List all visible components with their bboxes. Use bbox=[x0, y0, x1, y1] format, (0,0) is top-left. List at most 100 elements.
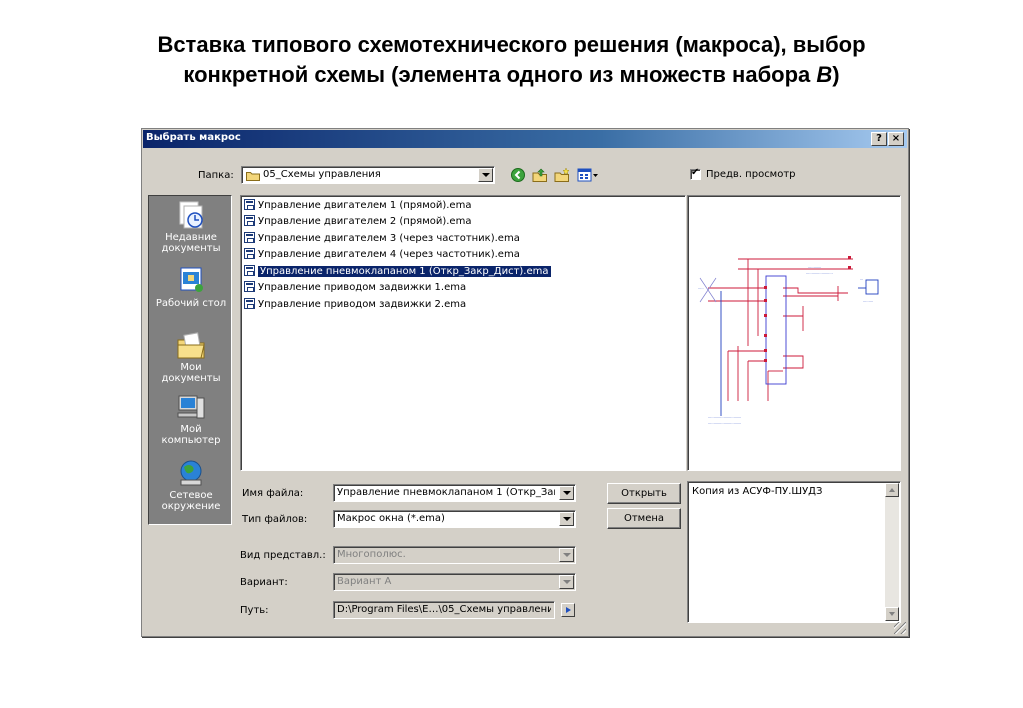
macro-file-icon bbox=[244, 298, 255, 309]
filename-value: Управление пневмоклапаном 1 (Откр_Закр bbox=[337, 487, 555, 498]
network-icon bbox=[180, 460, 202, 486]
title-line2-suffix: ) bbox=[832, 62, 840, 87]
my-documents-icon bbox=[177, 332, 205, 359]
preview-pane: ............ ........................ ..… bbox=[687, 195, 901, 471]
place-desktop[interactable]: Рабочий стол bbox=[149, 266, 233, 309]
file-name: Управление приводом задвижки 1.ema bbox=[258, 282, 467, 293]
open-button[interactable]: Открыть bbox=[607, 483, 681, 504]
svg-text:........................: ........................ bbox=[806, 271, 833, 275]
filename-label: Имя файла: bbox=[242, 488, 304, 499]
svg-text:.....: ..... bbox=[698, 286, 704, 290]
place-label: Сетевое bbox=[169, 490, 213, 501]
place-label-2: документы bbox=[161, 243, 221, 254]
scroll-down-icon[interactable] bbox=[885, 607, 899, 621]
title-line2-text: конкретной схемы (элемента одного из мно… bbox=[183, 62, 817, 87]
schematic-preview-image: ............ ........................ ..… bbox=[698, 256, 879, 425]
up-folder-icon[interactable] bbox=[532, 167, 548, 183]
macro-file-icon bbox=[244, 281, 255, 292]
list-item[interactable]: Управление двигателем 3 (через частотник… bbox=[244, 232, 520, 247]
file-name: Управление пневмоклапаном 1 (Откр_Закр_Д… bbox=[258, 266, 551, 277]
recent-documents-icon bbox=[179, 201, 203, 229]
select-macro-dialog: Выбрать макрос ? × Папка: 05_Схемы управ… bbox=[141, 128, 909, 637]
filename-input[interactable]: Управление пневмоклапаном 1 (Откр_Закр bbox=[333, 484, 576, 502]
resize-grip-icon[interactable] bbox=[894, 622, 906, 634]
place-label-2: компьютер bbox=[161, 435, 221, 446]
dialog-titlebar[interactable]: Выбрать макрос ? × bbox=[143, 130, 907, 148]
place-network[interactable]: Сетевое окружение bbox=[149, 458, 233, 512]
file-name: Управление двигателем 4 (через частотник… bbox=[258, 249, 520, 260]
preview-checkbox-label: Предв. просмотр bbox=[706, 169, 796, 180]
list-item-selected[interactable]: Управление пневмоклапаном 1 (Откр_Закр_Д… bbox=[244, 265, 551, 280]
path-label: Путь: bbox=[240, 605, 269, 616]
file-name: Управление двигателем 1 (прямой).ema bbox=[258, 200, 472, 211]
path-field[interactable]: D:\Program Files\E…\05_Схемы управления bbox=[333, 601, 555, 619]
title-set-letter: B bbox=[816, 62, 833, 87]
macro-file-icon bbox=[244, 199, 255, 210]
help-button[interactable]: ? bbox=[871, 132, 887, 146]
filetype-select[interactable]: Макрос окна (*.ema) bbox=[333, 510, 576, 528]
list-item[interactable]: Управление двигателем 2 (прямой).ema bbox=[244, 215, 471, 230]
path-value: D:\Program Files\E…\05_Схемы управления bbox=[337, 604, 551, 615]
place-my-computer[interactable]: Мой компьютер bbox=[149, 392, 233, 446]
folder-icon bbox=[246, 172, 260, 181]
place-label: Мой bbox=[180, 424, 202, 435]
filetype-value: Макрос окна (*.ema) bbox=[337, 513, 445, 524]
dialog-title: Выбрать макрос bbox=[146, 132, 241, 143]
variant-dropdown-button[interactable] bbox=[559, 575, 574, 589]
place-recent-documents[interactable]: Недавние документы bbox=[149, 200, 233, 254]
file-name: Управление двигателем 2 (прямой).ema bbox=[258, 216, 472, 227]
filetype-label: Тип файлов: bbox=[242, 514, 308, 525]
file-name: Управление двигателем 3 (через частотник… bbox=[258, 233, 520, 244]
view-value: Многополюс. bbox=[337, 549, 406, 560]
notes-scrollbar[interactable] bbox=[885, 483, 899, 621]
macro-file-icon bbox=[244, 248, 255, 259]
filetype-dropdown-button[interactable] bbox=[559, 512, 574, 526]
macro-file-icon bbox=[244, 215, 255, 226]
svg-text:..............................: .............................. bbox=[708, 421, 741, 425]
filename-dropdown-button[interactable] bbox=[559, 486, 574, 500]
place-label-2: документы bbox=[161, 373, 221, 384]
cancel-button[interactable]: Отмена bbox=[607, 508, 681, 529]
slide-title-line-1: Вставка типового схемотехнического решен… bbox=[157, 32, 866, 57]
macro-file-icon bbox=[244, 265, 255, 276]
variant-label: Вариант: bbox=[240, 577, 288, 588]
variant-value: Вариант А bbox=[337, 576, 392, 587]
preview-checkbox[interactable] bbox=[690, 167, 701, 180]
place-label: Рабочий стол bbox=[155, 298, 227, 309]
view-dropdown-button[interactable] bbox=[559, 548, 574, 562]
folder-value: 05_Схемы управления bbox=[263, 169, 381, 180]
variant-select[interactable]: Вариант А bbox=[333, 573, 576, 591]
place-label: Мои bbox=[180, 362, 202, 373]
view-menu-icon[interactable] bbox=[577, 167, 599, 183]
desktop-icon bbox=[180, 267, 203, 292]
list-item[interactable]: Управление двигателем 4 (через частотник… bbox=[244, 248, 520, 263]
place-label: Недавние bbox=[165, 232, 217, 243]
macro-file-icon bbox=[244, 232, 255, 243]
path-browse-arrow-icon[interactable] bbox=[561, 603, 575, 617]
macro-notes-pane[interactable]: Копия из АСУФ-ПУ.ШУДЗ bbox=[687, 481, 901, 623]
place-my-documents[interactable]: Мои документы bbox=[149, 330, 233, 384]
slide-title: Вставка типового схемотехнического решен… bbox=[40, 30, 983, 90]
place-label-2: окружение bbox=[161, 501, 221, 512]
view-label: Вид представл.: bbox=[240, 550, 326, 561]
list-item[interactable]: Управление приводом задвижки 1.ema bbox=[244, 281, 466, 296]
new-folder-icon[interactable] bbox=[554, 167, 570, 183]
svg-text:..............................: .............................. bbox=[708, 415, 741, 419]
folder-label: Папка: bbox=[198, 170, 234, 181]
list-item[interactable]: Управление приводом задвижки 2.ema bbox=[244, 298, 466, 313]
file-list[interactable]: Управление двигателем 1 (прямой).ema Упр… bbox=[240, 195, 686, 471]
folder-select[interactable]: 05_Схемы управления bbox=[241, 166, 495, 184]
back-icon[interactable] bbox=[510, 167, 526, 183]
view-select[interactable]: Многополюс. bbox=[333, 546, 576, 564]
list-item[interactable]: Управление двигателем 1 (прямой).ema bbox=[244, 199, 471, 214]
folder-dropdown-button[interactable] bbox=[478, 168, 493, 182]
file-name: Управление приводом задвижки 2.ema bbox=[258, 299, 467, 310]
scroll-up-icon[interactable] bbox=[885, 483, 899, 497]
my-computer-icon bbox=[177, 395, 205, 419]
svg-text:...: ... bbox=[860, 277, 863, 281]
close-button[interactable]: × bbox=[888, 132, 904, 146]
svg-text:.........: ......... bbox=[863, 299, 873, 303]
macro-notes-text: Копия из АСУФ-ПУ.ШУДЗ bbox=[692, 486, 823, 497]
slide-title-line-2: конкретной схемы (элемента одного из мно… bbox=[40, 60, 983, 90]
places-bar: Недавние документы Рабочий стол Мои доку… bbox=[148, 195, 232, 525]
